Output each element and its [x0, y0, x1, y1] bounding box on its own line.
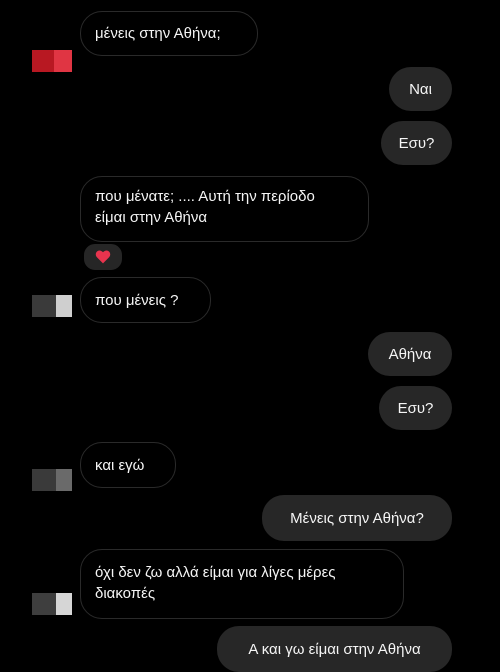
message-text-line: που μένατε; .... Αυτή την περίοδο — [95, 188, 315, 205]
outgoing-message[interactable]: Αθήνα — [368, 332, 452, 376]
incoming-message[interactable]: που μένεις ? — [80, 277, 211, 323]
message-text: Αθήνα — [388, 345, 432, 363]
avatar[interactable] — [32, 469, 72, 491]
outgoing-message[interactable]: Ναι — [389, 67, 452, 111]
heart-icon — [95, 250, 111, 264]
message-text-line: όχι δεν ζω αλλά είμαι για λίγες μέρες — [95, 564, 336, 581]
outgoing-message[interactable]: Εσυ? — [381, 121, 452, 165]
message-text-line: διακοπές — [95, 585, 156, 602]
message-text: Εσυ? — [397, 399, 434, 417]
message-text-line: είμαι στην Αθήνα — [95, 209, 208, 226]
incoming-message[interactable]: όχι δεν ζω αλλά είμαι για λίγες μέρες δι… — [80, 549, 404, 619]
incoming-message[interactable]: μένεις στην Αθήνα; — [80, 11, 258, 56]
incoming-message[interactable]: και εγώ — [80, 442, 176, 488]
incoming-message[interactable]: που μένατε; .... Αυτή την περίοδο είμαι … — [80, 176, 369, 242]
message-text: Εσυ? — [398, 134, 435, 152]
message-text: και εγώ — [95, 456, 145, 474]
avatar[interactable] — [32, 50, 72, 72]
message-text: που μένεις ? — [95, 291, 179, 309]
message-text: μένεις στην Αθήνα; — [95, 25, 221, 42]
avatar[interactable] — [32, 295, 72, 317]
message-text: Ναι — [409, 80, 432, 98]
reaction-badge[interactable] — [82, 242, 124, 272]
message-text: Μένεις στην Αθήνα? — [290, 509, 424, 527]
avatar[interactable] — [32, 593, 72, 615]
outgoing-message[interactable]: Μένεις στην Αθήνα? — [262, 495, 452, 541]
outgoing-message[interactable]: Α και γω είμαι στην Αθήνα — [217, 626, 452, 672]
message-text: Α και γω είμαι στην Αθήνα — [248, 640, 421, 658]
outgoing-message[interactable]: Εσυ? — [379, 386, 452, 430]
